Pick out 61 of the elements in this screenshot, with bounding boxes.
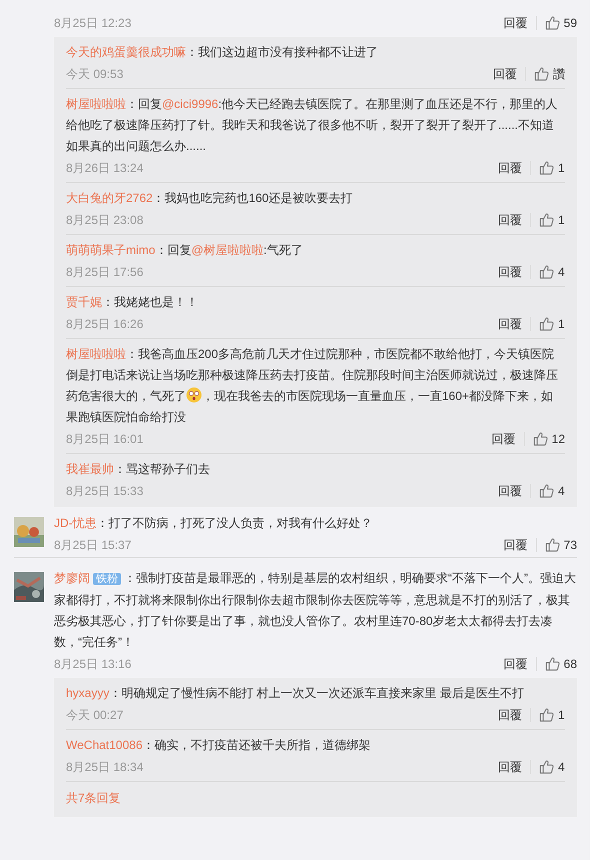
reply-button[interactable]: 回覆: [490, 758, 530, 776]
comment-text: 贾千娓：我姥姥也是！！: [66, 294, 199, 311]
comment-text: hyxayyy：明确规定了慢性病不能打 村上一次又一次还派车直接来家里 最后是医生不打: [66, 685, 526, 702]
reply-button[interactable]: 回覆: [490, 314, 530, 332]
like-button[interactable]: 4: [531, 758, 565, 776]
comment-text: 今天的鸡蛋羹很成功嘛：我们这边超市没有接种都不让进了: [66, 44, 379, 61]
like-button[interactable]: 1: [531, 706, 565, 724]
reply-button[interactable]: 回覆: [496, 536, 536, 554]
reply-button[interactable]: 回覆: [490, 706, 530, 724]
reply-button[interactable]: 回覆: [485, 64, 525, 82]
thumbs-up-icon: [539, 212, 554, 227]
thumbs-up-icon: [532, 431, 548, 446]
timestamp: 今天 00:27: [66, 706, 124, 724]
thumbs-up-icon: [544, 656, 560, 671]
reply-button[interactable]: 回覆: [496, 14, 536, 32]
like-button[interactable]: 4: [531, 482, 565, 500]
reply-button[interactable]: 回覆: [490, 158, 530, 176]
timestamp: 8月25日 15:33: [66, 482, 144, 500]
comment-text: JD-忧患：打了不防病，打死了没人负责，对我有什么好处？: [54, 515, 374, 532]
timestamp: 8月25日 15:37: [54, 536, 132, 554]
timestamp: 今天 09:53: [66, 66, 124, 82]
thumbs-up-icon: [539, 316, 554, 331]
timestamp: 8月25日 16:26: [66, 316, 144, 332]
thumbs-up-icon: [539, 483, 554, 498]
like-button[interactable]: 4: [531, 262, 565, 280]
emoji-icon: [186, 387, 202, 403]
reply-button[interactable]: 回覆: [496, 654, 536, 672]
thumbs-up-icon: [544, 15, 560, 30]
timestamp: 8月25日 12:23: [54, 14, 132, 32]
like-button[interactable]: 59: [536, 14, 577, 32]
comment-text: WeChat10086：确实，不打疫苗还被千夫所指，道德绑架: [66, 737, 372, 754]
thumbs-up-icon: [534, 66, 549, 81]
reply-button[interactable]: 回覆: [484, 430, 524, 448]
comment-text: 树屋啦啦啦：我爸高血压200多高危前几天才住过院那种，市医院都不敢给他打，今天镇医院倒是打电话来说让当场吃那种极速降压药去打疫苗。住院那段时间主治医师就说过，极速降压药危害很大的，气死了 ，现在我爸去的市医院现场一直量血压，一直160+都没降下来，如果跑镇医院怕命给打没: [66, 346, 559, 426]
reply-button[interactable]: 回覆: [490, 210, 530, 228]
timestamp: 8月25日 16:01: [66, 430, 144, 448]
like-button[interactable]: 68: [536, 654, 577, 672]
like-button[interactable]: 1: [531, 210, 565, 228]
comment-text: 萌萌萌果子mimo：回复@树屋啦啦啦:气死了: [66, 242, 304, 259]
reply-button[interactable]: 回覆: [490, 482, 530, 500]
reply-button[interactable]: 回覆: [490, 262, 530, 280]
thumbs-up-icon: [539, 707, 554, 722]
timestamp: 8月25日 13:16: [54, 656, 132, 672]
comment-text: 梦廖阔 铁粉 ：强制打疫苗是最罪恶的，特别是基层的农村组织，明确要求“不落下一个人”。强迫大家都得打，不打就将来限制你出行限制你去超市限制你去医院等等，意思就是不打的别活了，极其恶劣极其恶心，打了针你要是出了事，就也没人管你了。农村里连70-80岁老太太都得去打去凑数，“完任务”！: [54, 570, 577, 651]
thumbs-up-icon: [539, 759, 554, 774]
like-button[interactable]: 讚: [526, 64, 565, 82]
thumbs-up-icon: [539, 160, 554, 175]
like-button[interactable]: 12: [524, 430, 565, 448]
comment-text: 我崔最帅：骂这帮孙子们去: [66, 461, 211, 478]
like-button[interactable]: 1: [531, 158, 565, 176]
like-button[interactable]: 1: [531, 314, 565, 332]
timestamp: 8月25日 18:34: [66, 758, 144, 776]
timestamp: 8月26日 13:24: [66, 160, 144, 176]
thumbs-up-icon: [544, 537, 560, 552]
timestamp: 8月25日 23:08: [66, 212, 144, 228]
thumbs-up-icon: [539, 264, 554, 279]
fan-badge: 铁粉: [93, 573, 121, 585]
comment-text: 树屋啦啦啦：回复@cici9996:他今天已经跑去镇医院了。在那里测了血压还是不行，那里的人给他吃了极速降压药打了针。我昨天和我爸说了很多他不听，裂开了裂开了裂开了......不知道如果真的出问题怎么办......: [66, 96, 559, 155]
like-button[interactable]: 73: [536, 536, 577, 554]
comment-text: 大白兔的牙2762：我妈也吃完药也160还是被吹要去打: [66, 190, 354, 207]
timestamp: 8月25日 17:56: [66, 264, 144, 280]
